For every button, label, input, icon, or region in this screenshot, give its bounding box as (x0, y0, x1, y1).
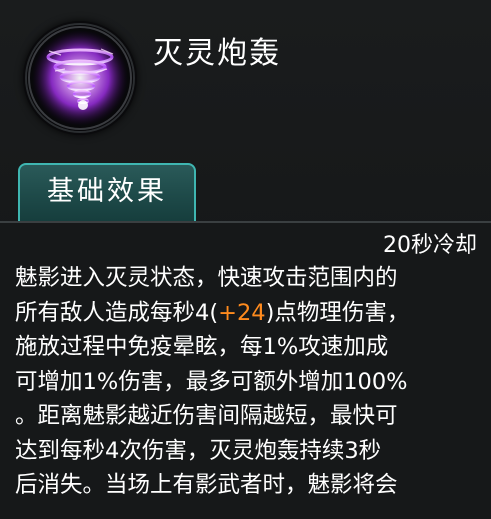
description-text: 所有敌人造成每秒4( (15, 299, 219, 326)
tab-label: 基础效果 (47, 176, 167, 207)
description-line: 魅影进入灭灵状态，快速攻击范围内的 (15, 265, 398, 291)
description-line: 后消失。当场上有影武者时，魅影将会 (15, 472, 398, 498)
bonus-value: +24 (218, 299, 266, 326)
skill-tooltip-panel: 灭灵炮轰 基础效果 20秒冷却 魅影进入灭灵状态，快速攻击范围内的 所有敌人造成… (0, 0, 491, 519)
tab-basic-effect[interactable]: 基础效果 (18, 163, 196, 221)
description-line: 可增加1%伤害，最多可额外增加100% (15, 368, 408, 395)
description-line: 施放过程中免疫晕眩，每1%攻速加成 (15, 334, 389, 360)
description-line: 达到每秒4次伤害，灭灵炮轰持续3秒 (15, 437, 382, 464)
description-text: )点物理伤害， (265, 299, 410, 326)
description-line: 所有敌人造成每秒4(+24)点物理伤害， (15, 296, 485, 331)
description-line: 。距离魅影越近伤害间隔越短，最快可 (15, 403, 398, 429)
skill-title: 灭灵炮轰 (153, 36, 281, 71)
skill-description-area: 20秒冷却 魅影进入灭灵状态，快速攻击范围内的 所有敌人造成每秒4(+24)点物… (0, 223, 491, 519)
purple-vortex-icon (27, 25, 133, 131)
skill-description: 魅影进入灭灵状态，快速攻击范围内的 所有敌人造成每秒4(+24)点物理伤害， 施… (15, 261, 485, 503)
cooldown-text: 20秒冷却 (383, 233, 477, 258)
